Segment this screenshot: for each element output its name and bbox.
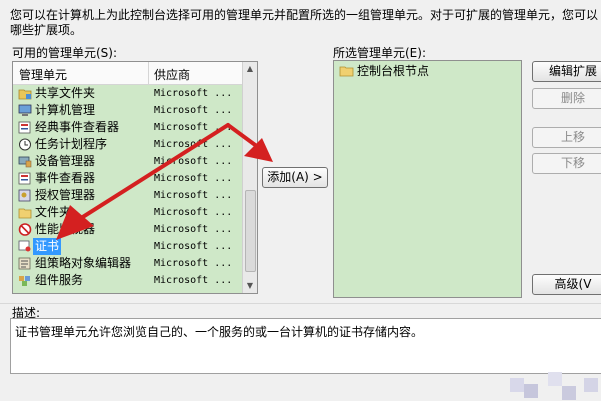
list-item-name: 组件服务 [35,273,84,287]
computer-management-icon [18,104,32,116]
selected-snapins-list[interactable]: 控制台根节点 [333,60,522,298]
group-policy-icon [18,257,31,270]
list-item-name: 证书 [33,238,62,255]
list-item[interactable]: 计算机管理 Microsoft ... [13,102,242,119]
list-item-name: 文件夹 [35,205,72,219]
list-item[interactable]: 性能监视器 Microsoft ... [13,221,242,238]
column-header-vendor[interactable]: 供应商 [154,66,190,83]
vertical-scrollbar[interactable]: ▲ ▼ [242,62,257,293]
list-item[interactable]: 设备管理器 Microsoft ... [13,153,242,170]
list-item-selected[interactable]: 证书 Microsoft ... [13,238,242,255]
folder-icon [18,208,32,219]
snapin-rows: 共享文件夹 Microsoft ... 计算机管理 Microsoft ... … [13,85,242,289]
edit-extensions-button[interactable]: 编辑扩展 [532,61,601,82]
list-item-name: 事件查看器 [35,171,96,185]
available-snapins-label: 可用的管理单元(S): [12,46,118,60]
list-item-vendor: Microsoft ... [154,241,233,252]
list-header: 管理单元 供应商 [13,62,242,85]
component-services-icon [19,276,30,286]
list-item[interactable]: 经典事件查看器 Microsoft ... [13,119,242,136]
list-item-name: 设备管理器 [35,154,96,168]
list-item-name: 共享文件夹 [35,86,96,100]
device-manager-icon [18,156,32,168]
list-item-vendor: Microsoft ... [154,275,233,286]
description-box: 证书管理单元允许您浏览自己的、一个服务的或一台计算机的证书存储内容。 [10,318,601,374]
authorization-icon [18,189,31,202]
list-item-vendor: Microsoft ... [154,190,233,201]
list-item-vendor: Microsoft ... [154,122,233,133]
description-text: 证书管理单元允许您浏览自己的、一个服务的或一台计算机的证书存储内容。 [15,325,424,339]
list-item[interactable]: 文件夹 Microsoft ... [13,204,242,221]
list-item[interactable]: 事件查看器 Microsoft ... [13,170,242,187]
list-item-name: 经典事件查看器 [35,120,120,134]
move-down-button[interactable]: 下移 [532,153,601,174]
intro-line-1: 您可以在计算机上为此控制台选择可用的管理单元并配置所选的一组管理单元。对于可扩展… [10,8,599,22]
selected-snapins-label: 所选管理单元(E): [333,46,426,60]
no-entry-icon [18,223,32,236]
remove-button[interactable]: 删除 [532,88,601,109]
column-divider[interactable] [148,62,149,84]
group-divider [0,303,601,304]
intro-line-2: 哪些扩展项。 [10,23,83,37]
list-item[interactable]: 控制台根节点 [339,63,429,80]
blur-patch [548,372,562,386]
list-item-name: 计算机管理 [35,103,96,117]
list-item[interactable]: 共享文件夹 Microsoft ... [13,85,242,102]
list-item-name: 任务计划程序 [35,137,108,151]
list-item-vendor: Microsoft ... [154,139,233,150]
scroll-up-arrow-icon[interactable]: ▲ [243,62,257,76]
list-item-vendor: Microsoft ... [154,207,233,218]
list-item-name: 性能监视器 [35,222,96,236]
blur-patch [584,378,598,392]
list-item-vendor: Microsoft ... [154,156,233,167]
scrollbar-thumb[interactable] [245,190,256,272]
move-up-button[interactable]: 上移 [532,127,601,148]
certificate-icon [18,240,31,252]
list-item-name: 组策略对象编辑器 [35,256,132,270]
list-item[interactable]: 任务计划程序 Microsoft ... [13,136,242,153]
list-item-vendor: Microsoft ... [154,224,233,235]
blur-patch [510,378,524,392]
event-viewer-icon [18,121,31,134]
scroll-down-arrow-icon[interactable]: ▼ [243,279,257,293]
intro-text: 您可以在计算机上为此控制台选择可用的管理单元并配置所选的一组管理单元。对于可扩展… [10,8,600,38]
list-item-name: 控制台根节点 [357,64,430,78]
blur-patch [524,384,538,398]
advanced-button[interactable]: 高级(V [532,274,601,295]
event-viewer-icon [18,172,31,185]
list-item-vendor: Microsoft ... [154,105,233,116]
list-item[interactable]: 组策略对象编辑器 Microsoft ... [13,255,242,272]
list-item-vendor: Microsoft ... [154,173,233,184]
column-header-snapin[interactable]: 管理单元 [19,66,67,83]
list-item-vendor: Microsoft ... [154,88,233,99]
blur-patch [562,386,576,400]
list-item-vendor: Microsoft ... [154,258,233,269]
list-item[interactable]: 授权管理器 Microsoft ... [13,187,242,204]
folder-icon [339,66,354,77]
shared-folder-icon [18,89,32,100]
list-item-name: 授权管理器 [35,188,96,202]
available-snapins-list[interactable]: 管理单元 供应商 共享文件夹 Microsoft ... 计算机管理 Micro… [12,61,258,294]
clock-icon [19,138,31,151]
list-item[interactable]: 组件服务 Microsoft ... [13,272,242,289]
add-button[interactable]: 添加(A) > [262,167,328,188]
